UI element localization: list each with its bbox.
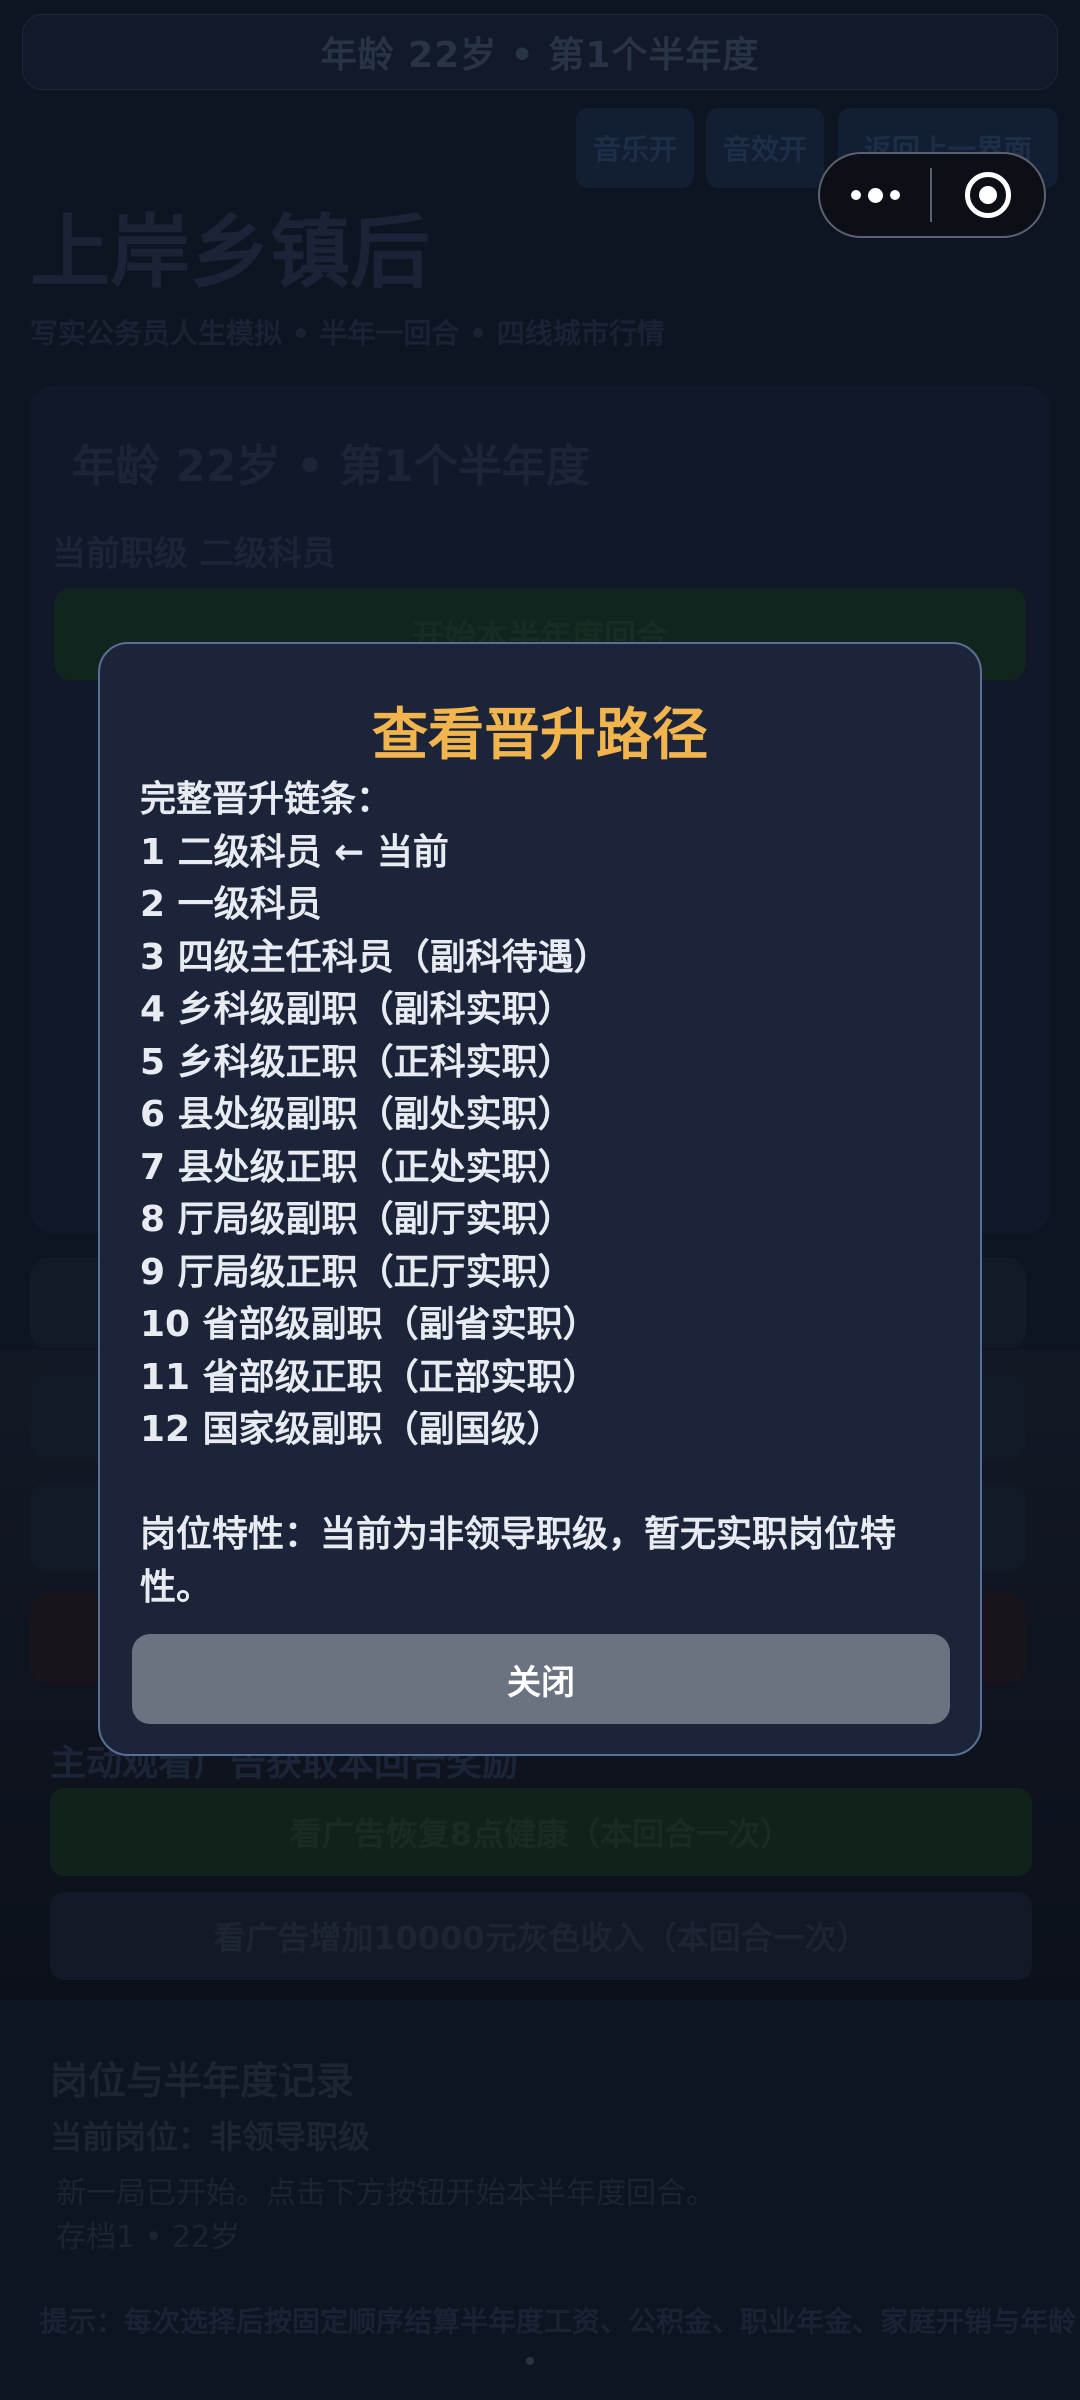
- modal-body: 完整晋升链条： 1 二级科员 ← 当前 2 一级科员 3 四级主任科员（副科待遇…: [140, 774, 960, 1614]
- page-indicator: [526, 2357, 534, 2365]
- miniprogram-capsule: [818, 152, 1046, 238]
- promotion-path-modal: 查看晋升路径 完整晋升链条： 1 二级科员 ← 当前 2 一级科员 3 四级主任…: [98, 642, 982, 1756]
- close-miniprogram-icon[interactable]: [932, 172, 1044, 218]
- chain-item: 5 乡科级正职（正科实职）: [140, 1041, 574, 1083]
- chain-item: 7 县处级正职（正处实职）: [140, 1146, 574, 1188]
- chain-item: 1 二级科员 ← 当前: [140, 831, 449, 873]
- chain-item: 12 国家级副职（副国级）: [140, 1409, 563, 1450]
- chain-item: 3 四级主任科员（副科待遇）: [140, 936, 610, 978]
- close-button[interactable]: 关闭: [132, 1634, 950, 1724]
- position-trait-text: 岗位特性：当前为非领导职级，暂无实职岗位特性。: [140, 1514, 897, 1608]
- chain-item: 10 省部级副职（副省实职）: [140, 1304, 599, 1345]
- chain-item: 8 厅局级副职（副厅实职）: [140, 1199, 574, 1240]
- chain-item: 2 一级科员: [140, 884, 322, 925]
- chain-item: 9 厅局级正职（正厅实职）: [140, 1251, 574, 1293]
- chain-item: 6 县处级副职（副处实职）: [140, 1094, 574, 1135]
- modal-title: 查看晋升路径: [372, 703, 708, 768]
- chain-header: 完整晋升链条：: [140, 779, 393, 820]
- more-icon[interactable]: [820, 187, 930, 203]
- chain-item: 11 省部级正职（正部实职）: [140, 1356, 599, 1398]
- chain-item: 4 乡科级副职（副科实职）: [140, 989, 574, 1030]
